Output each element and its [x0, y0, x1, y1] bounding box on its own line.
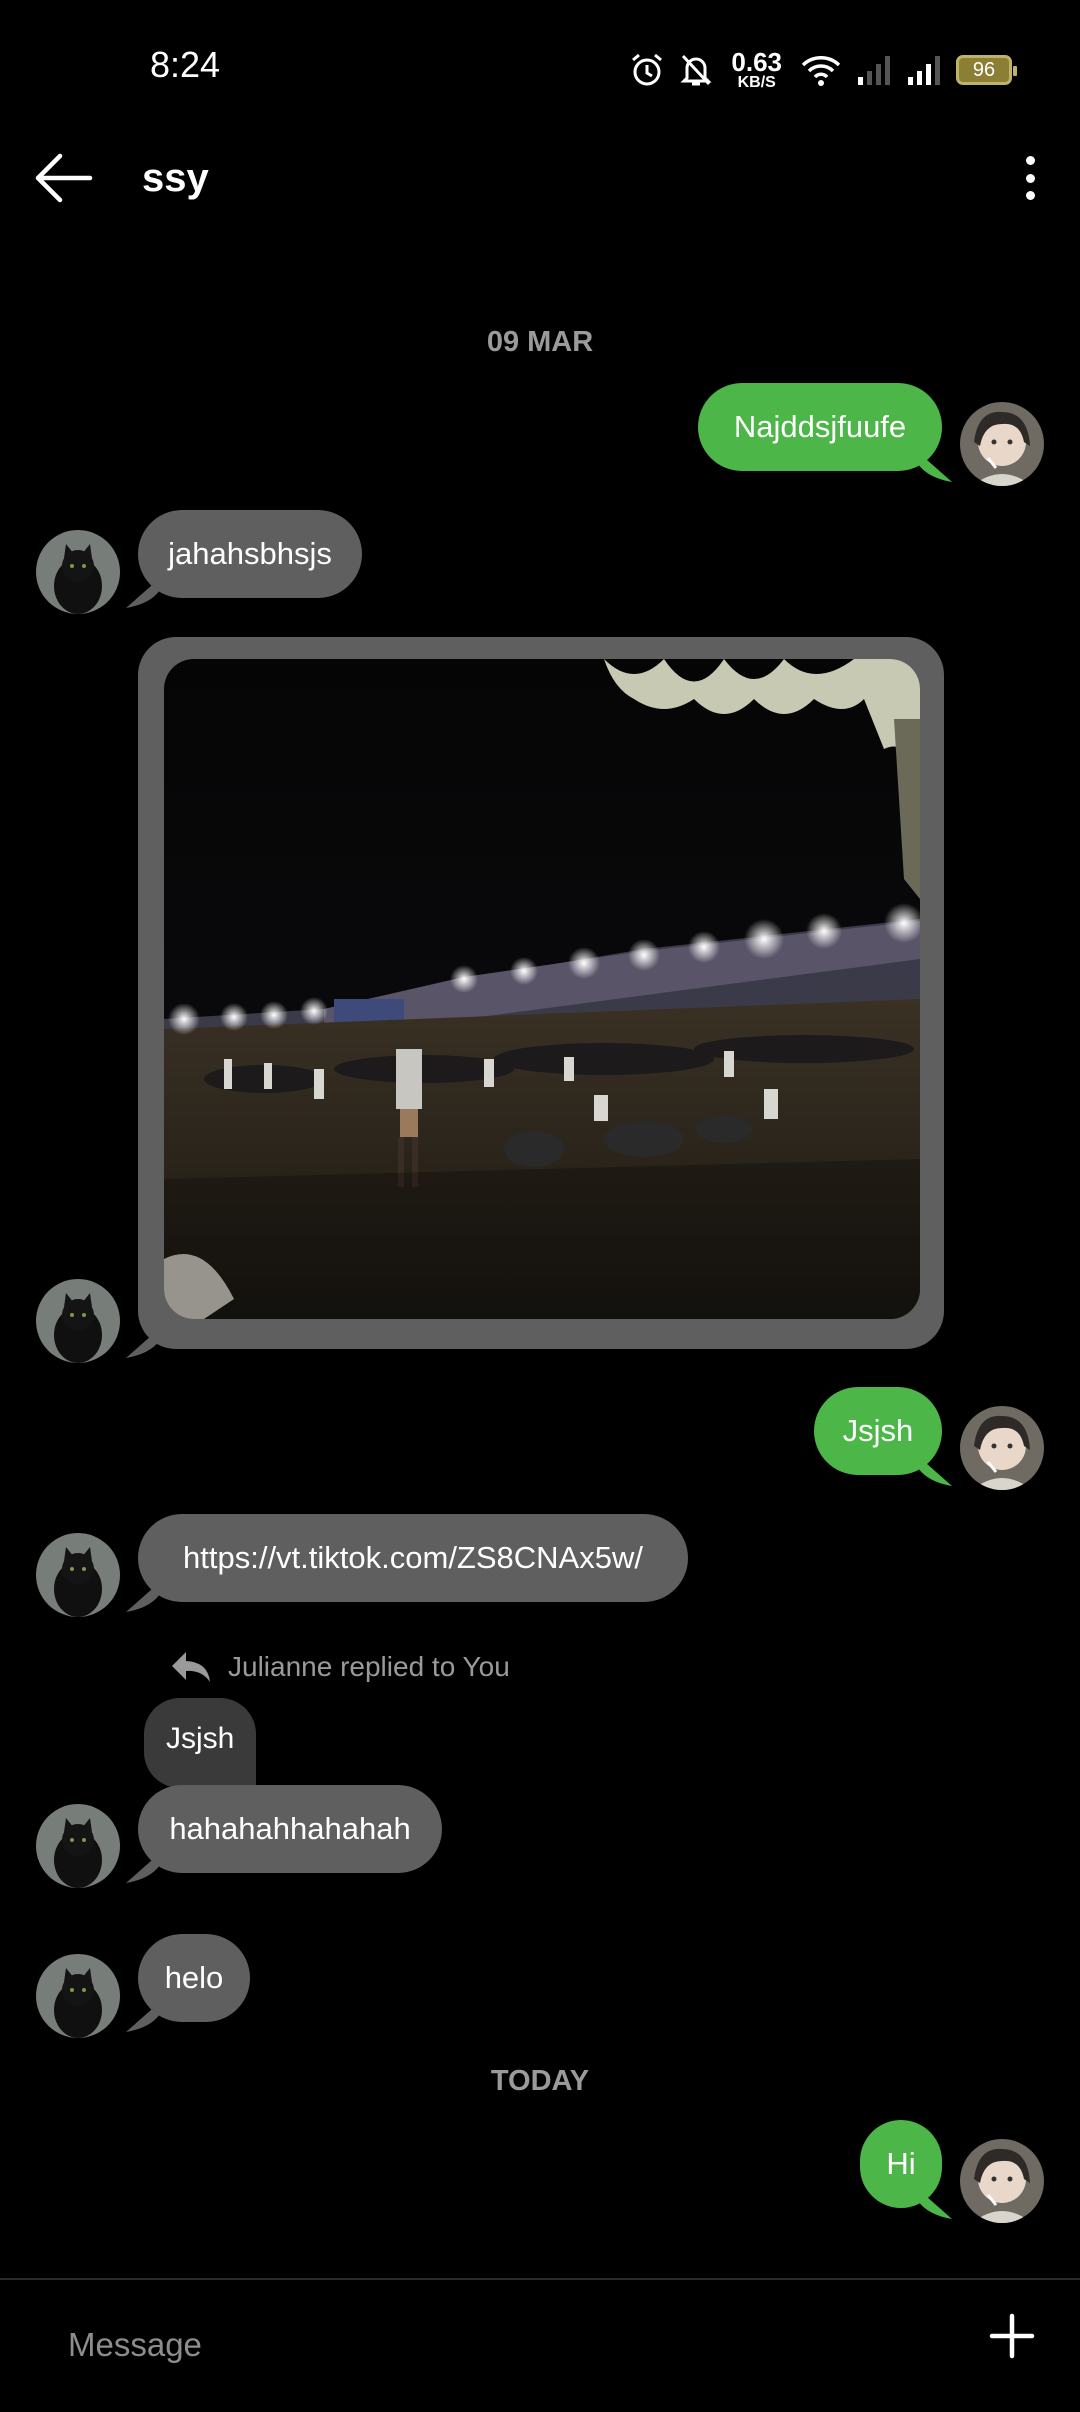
wifi-icon [801, 56, 841, 86]
chat-header: ssy [0, 138, 1080, 218]
incoming-message[interactable]: hahahahhahahah [138, 1785, 442, 1873]
quoted-message[interactable]: Jsjsh [144, 1698, 257, 1788]
my-avatar[interactable] [960, 402, 1044, 486]
signal-icon [858, 56, 890, 85]
reply-context-text: Julianne replied to You [228, 1651, 510, 1682]
stadium-photo[interactable] [164, 659, 920, 1319]
contact-avatar[interactable] [36, 1533, 120, 1617]
image-message[interactable] [138, 637, 944, 1349]
date-divider: 09 MAR [486, 326, 594, 358]
bubble-tail [126, 2002, 160, 2032]
conversation-title: ssy [142, 156, 209, 200]
incoming-link-message[interactable]: https://vt.tiktok.com/ZS8CNAx5w/ [138, 1514, 688, 1602]
more-vertical-icon[interactable] [1020, 156, 1040, 200]
bell-off-icon [680, 54, 713, 86]
bubble-tail [126, 1853, 160, 1883]
contact-avatar[interactable] [36, 1804, 120, 1888]
bubble-tail [126, 578, 160, 608]
status-bar: 8:24 0.63 KB/S 96 [0, 0, 1080, 138]
bubble-tail [126, 1582, 160, 1612]
contact-avatar[interactable] [36, 530, 120, 614]
contact-avatar[interactable] [36, 1279, 120, 1363]
network-speed: 0.63 KB/S [731, 47, 782, 91]
my-avatar[interactable] [960, 2139, 1044, 2223]
status-time: 8:24 [150, 44, 221, 85]
reply-icon [172, 1652, 210, 1682]
my-avatar[interactable] [960, 1406, 1044, 1490]
arrow-left-icon[interactable] [34, 152, 94, 204]
bubble-tail [918, 2189, 952, 2219]
alarm-icon [632, 53, 663, 86]
status-icons: 0.63 KB/S 96 [629, 47, 1017, 91]
contact-avatar[interactable] [36, 1954, 120, 2038]
reply-context: Julianne replied to You [170, 1650, 510, 1684]
bubble-tail [126, 1328, 160, 1358]
message-composer [0, 2278, 1080, 2412]
battery-icon: 96 [956, 55, 1017, 85]
date-divider: TODAY [490, 2065, 590, 2097]
bubble-tail [918, 452, 952, 482]
incoming-message[interactable]: jahahsbhsjs [138, 510, 362, 598]
signal-icon [908, 56, 940, 85]
plus-icon[interactable] [988, 2312, 1036, 2360]
outgoing-message[interactable]: Najddsjfuufe [698, 383, 942, 471]
bubble-tail [918, 1456, 952, 1486]
message-input[interactable] [68, 2310, 948, 2380]
